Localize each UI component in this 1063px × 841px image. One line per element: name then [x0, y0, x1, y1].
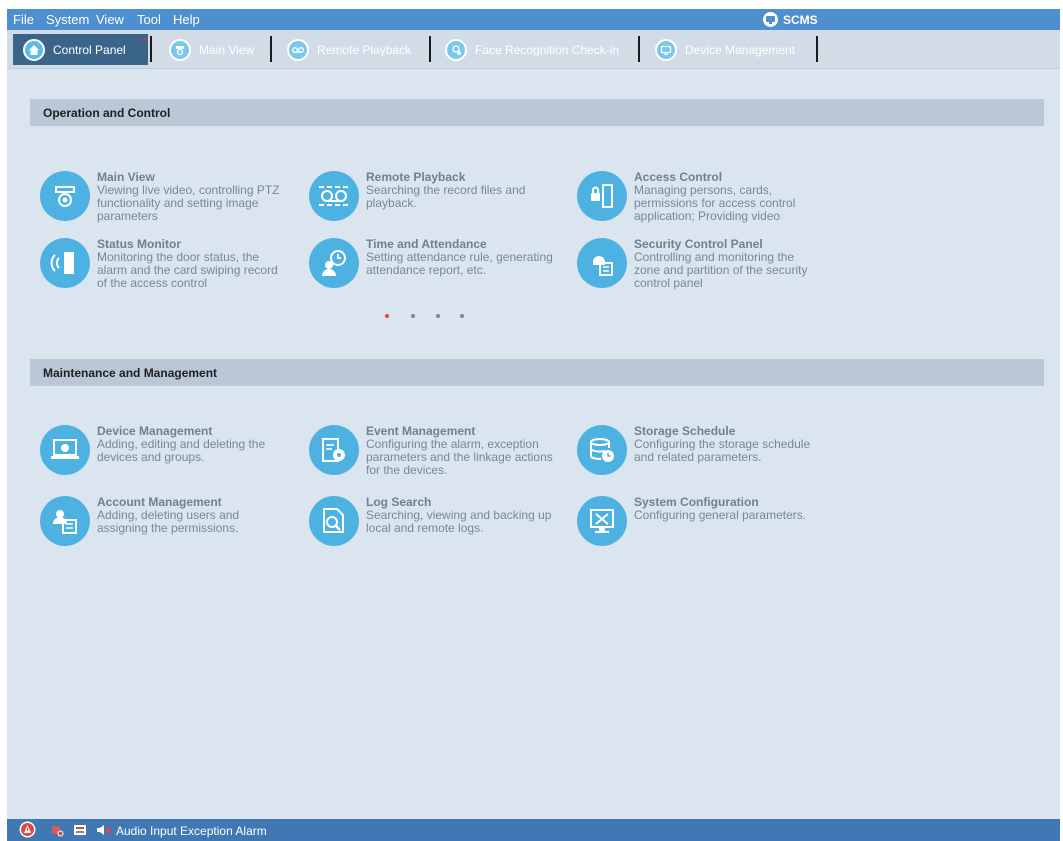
camera-icon: [169, 38, 191, 61]
menu-tool[interactable]: Tool: [137, 12, 161, 27]
face-scan-icon: [445, 38, 467, 61]
module-storage-schedule[interactable]: Storage Schedule Configuring the storage…: [577, 424, 837, 482]
tab-main-view[interactable]: Main View: [159, 34, 269, 65]
app-brand: SCMS: [763, 11, 818, 28]
tools-monitor-icon: [577, 496, 627, 546]
module-account-management[interactable]: Account Management Adding, deleting user…: [40, 495, 300, 553]
module-title: Time and Attendance: [366, 237, 487, 251]
module-description: Setting attendance rule, generating atte…: [366, 251, 553, 277]
module-title: Remote Playback: [366, 170, 466, 184]
carousel-dot[interactable]: [385, 314, 389, 318]
module-time-and-attendance[interactable]: Time and Attendance Setting attendance r…: [309, 237, 569, 295]
module-title: Device Management: [97, 424, 213, 438]
module-title: Storage Schedule: [634, 424, 736, 438]
menu-bar: File System View Tool Help SCMS: [7, 9, 1060, 30]
module-event-management[interactable]: Event Management Configuring the alarm, …: [309, 424, 569, 482]
section-title: Operation and Control: [43, 105, 171, 120]
module-description: Monitoring the door status, the alarm an…: [97, 251, 278, 290]
module-description: Searching, viewing and backing up local …: [366, 509, 552, 535]
document-search-icon: [309, 496, 359, 546]
module-access-control[interactable]: Access Control Managing persons, cards, …: [577, 170, 837, 228]
menu-file[interactable]: File: [13, 12, 34, 27]
bell-list-icon: [577, 238, 627, 288]
laptop-gear-icon: [40, 425, 90, 475]
home-icon: [23, 38, 45, 61]
user-list-icon: [40, 496, 90, 546]
tab-divider: [816, 36, 818, 62]
section-title: Maintenance and Management: [43, 365, 218, 380]
module-title: Event Management: [366, 424, 476, 438]
status-bar: Audio Input Exception Alarm: [7, 819, 1060, 841]
tab-remote-playback[interactable]: Remote Playback: [277, 34, 427, 65]
menu-system[interactable]: System: [46, 12, 89, 27]
document-gear-icon: [309, 425, 359, 475]
module-description: Controlling and monitoring the zone and …: [634, 251, 808, 290]
module-title: Main View: [97, 170, 155, 184]
tab-bar: Control Panel ✕ Main View Remote Playbac…: [7, 30, 1060, 69]
module-description: Viewing live video, controlling PTZ func…: [97, 184, 280, 223]
tab-label: Main View: [199, 42, 255, 57]
module-description: Searching the record files and playback.: [366, 184, 526, 210]
module-main-view[interactable]: Main View Viewing live video, controllin…: [40, 170, 300, 228]
module-description: Adding, editing and deleting the devices…: [97, 438, 266, 464]
module-title: Account Management: [97, 495, 222, 509]
module-status-monitor[interactable]: Status Monitor Monitoring the door statu…: [40, 237, 300, 295]
tab-label: Device Management: [685, 42, 796, 57]
tape-icon: [287, 38, 309, 61]
app-window: File System View Tool Help SCMS Control …: [7, 9, 1060, 841]
carousel-dot[interactable]: [436, 314, 440, 318]
module-description: Configuring the storage schedule and rel…: [634, 438, 811, 464]
module-remote-playback[interactable]: Remote Playback Searching the record fil…: [309, 170, 569, 228]
module-description: Managing persons, cards, permissions for…: [634, 184, 796, 223]
scms-logo-icon: [763, 12, 778, 27]
tab-divider: [638, 36, 640, 62]
menu-help[interactable]: Help: [173, 12, 200, 27]
database-clock-icon: [577, 425, 627, 475]
device-icon: [655, 38, 677, 61]
event-log-icon[interactable]: [73, 823, 87, 840]
door-signal-icon: [40, 238, 90, 288]
module-description: Configuring the alarm, exception paramet…: [366, 438, 553, 477]
tab-device-management[interactable]: Device Management: [645, 34, 815, 65]
tab-face-recognition-check-in[interactable]: Face Recognition Check-in: [435, 34, 635, 65]
app-brand-label: SCMS: [783, 12, 818, 27]
tab-divider: [150, 36, 152, 62]
close-icon[interactable]: ✕: [141, 35, 148, 44]
section-header-maintenance: Maintenance and Management: [30, 359, 1044, 386]
alarm-device-icon[interactable]: [50, 823, 64, 840]
section-header-operation: Operation and Control: [30, 99, 1044, 126]
tab-divider: [429, 36, 431, 62]
module-title: Access Control: [634, 170, 723, 184]
module-title: System Configuration: [634, 495, 759, 509]
tab-divider: [270, 36, 272, 62]
module-title: Status Monitor: [97, 237, 181, 251]
tab-control-panel[interactable]: Control Panel ✕: [13, 34, 148, 65]
alarm-warning-icon[interactable]: [19, 821, 36, 841]
door-lock-icon: [577, 171, 627, 221]
module-log-search[interactable]: Log Search Searching, viewing and backin…: [309, 495, 569, 553]
tape-icon: [309, 171, 359, 221]
module-security-control-panel[interactable]: Security Control Panel Controlling and m…: [577, 237, 837, 295]
module-title: Security Control Panel: [634, 237, 763, 251]
module-title: Log Search: [366, 495, 432, 509]
person-clock-icon: [309, 238, 359, 288]
audio-alarm-icon[interactable]: [95, 823, 111, 840]
tab-label: Remote Playback: [317, 42, 412, 57]
status-message: Audio Input Exception Alarm: [116, 824, 267, 838]
tab-label: Face Recognition Check-in: [475, 42, 620, 57]
carousel-dot[interactable]: [411, 314, 415, 318]
module-description: Configuring general parameters.: [634, 509, 807, 522]
menu-view[interactable]: View: [96, 12, 124, 27]
camera-icon: [40, 171, 90, 221]
module-device-management[interactable]: Device Management Adding, editing and de…: [40, 424, 300, 482]
carousel-dot[interactable]: [460, 314, 464, 318]
module-description: Adding, deleting users and assigning the…: [97, 509, 240, 535]
module-system-configuration[interactable]: System Configuration Configuring general…: [577, 495, 837, 553]
tab-label: Control Panel: [53, 42, 126, 57]
